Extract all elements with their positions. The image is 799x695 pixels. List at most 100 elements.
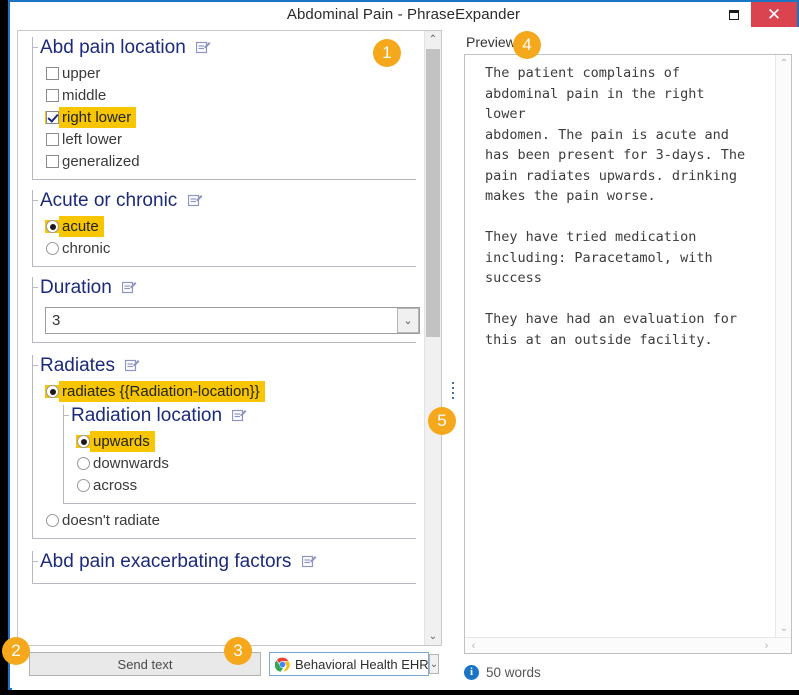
group-title: Acute or chronic [38,190,209,212]
scroll-down-button[interactable]: ⌄ [425,628,441,645]
annotation-badge-3: 3 [224,637,252,665]
preview-scroll-down-button[interactable]: ⌄ [776,620,791,637]
option-label: downwards [93,455,169,472]
edit-field-icon[interactable] [301,555,317,568]
option-label: doesn't radiate [62,512,160,529]
scrollbar-thumb[interactable] [426,49,440,337]
checkbox-option[interactable]: generalized [45,151,416,172]
edit-field-icon[interactable] [232,409,247,422]
radio-control[interactable] [45,514,59,527]
annotation-badge-5: 5 [428,407,456,435]
radio-option[interactable]: doesn't radiate [45,510,416,531]
chevron-up-icon: ⌃ [428,34,438,45]
grip-dot [452,382,454,384]
preview-scroll-up-button[interactable]: ⌃ [776,55,791,72]
info-icon: i [464,664,479,680]
restore-window-button[interactable] [717,2,751,27]
option-label: across [93,477,138,494]
chevron-up-icon: ⌃ [779,58,789,69]
group-acute-or-chronic: Acute or chronic acute chronic [32,190,416,267]
checkbox-checked-icon [46,111,59,124]
annotation-badge-1: 1 [373,39,401,67]
checkbox-control[interactable] [45,89,59,102]
form-vertical-scrollbar[interactable]: ⌃ ⌄ [424,31,441,645]
option-label: upwards [90,431,155,452]
scroll-up-button[interactable]: ⌃ [425,31,441,48]
group-title-label: Acute or chronic [40,190,178,211]
radio-icon [77,479,90,492]
radio-option-selected[interactable]: acute [45,216,416,237]
group-radiation-location: Radiation location upwards downwards acr… [63,405,416,504]
checkbox-icon [46,133,59,146]
target-application-label: Behavioral Health EHR [295,656,429,672]
pane-splitter[interactable] [446,30,460,646]
title-bar: Abdominal Pain - PhraseExpander ✕ [10,2,797,27]
preview-vertical-scrollbar[interactable]: ⌃ ⌄ [775,55,791,637]
edit-field-icon[interactable] [122,281,137,294]
radio-control[interactable] [45,385,59,398]
checkbox-icon [46,89,59,102]
chevron-down-icon[interactable]: ⌄ [397,308,419,333]
radio-control[interactable] [76,479,90,492]
edit-field-icon[interactable] [196,41,211,54]
radio-option[interactable]: across [76,475,416,496]
group-title: Radiates [38,355,147,377]
radio-icon [77,457,90,470]
chevron-left-icon: ‹ [471,639,476,652]
duration-combobox[interactable]: 3 ⌄ [45,307,420,334]
option-label: middle [62,87,107,104]
checkbox-option[interactable]: middle [45,85,416,106]
radio-control[interactable] [45,220,59,233]
checkbox-control[interactable] [45,155,59,168]
preview-scroll-right-button[interactable]: › [758,638,775,653]
option-label: upper [62,65,101,82]
checkbox-option[interactable]: left lower [45,129,416,150]
edit-field-icon[interactable] [125,359,140,372]
chrome-icon [274,657,290,672]
form-content: Abd pain location upper middle right low… [18,31,424,584]
chevron-down-icon[interactable]: ⌄ [428,654,440,674]
radio-control[interactable] [76,457,90,470]
split-panes: Abd pain location upper middle right low… [12,27,799,690]
option-label: left lower [62,131,123,148]
radio-checked-icon [46,220,59,233]
group-title-label: Radiation location [71,405,223,426]
checkbox-option[interactable]: upper [45,63,416,84]
preview-pane: Preview The patient complains of abdomin… [460,30,794,685]
splitter-grip[interactable] [452,382,455,400]
group-duration: Duration 3 ⌄ [32,277,420,343]
form-scroll-area: Abd pain location upper middle right low… [18,31,424,645]
preview-horizontal-scrollbar[interactable]: ‹ › [465,637,791,653]
chevron-right-icon: › [764,639,769,652]
word-count-label: 50 words [486,664,541,680]
preview-textbox[interactable]: The patient complains of abdominal pain … [464,54,792,654]
edit-field-icon[interactable] [187,194,203,207]
radio-option-selected[interactable]: upwards [76,431,416,452]
checkbox-control[interactable] [45,133,59,146]
radio-control[interactable] [76,435,90,448]
radio-icon [46,242,59,255]
preview-label: Preview [466,34,516,50]
subgroup-wrapper: Radiation location upwards downwards acr… [63,405,416,504]
radio-option[interactable]: chronic [45,238,416,259]
checkbox-control[interactable] [45,67,59,80]
checkbox-option-selected[interactable]: right lower [45,107,416,128]
radio-control[interactable] [45,242,59,255]
radio-icon [46,514,59,527]
radio-option[interactable]: downwards [76,453,416,474]
group-title: Radiation location [69,405,254,427]
window-title: Abdominal Pain - PhraseExpander [286,6,521,23]
checkbox-control[interactable] [45,111,59,124]
close-window-button[interactable]: ✕ [751,2,797,27]
option-label: generalized [62,153,140,170]
checkbox-icon [46,155,59,168]
radio-option-selected[interactable]: radiates {{Radiation-location}} [45,381,416,402]
target-application-combobox[interactable]: Behavioral Health EHR ⌄ [269,652,440,676]
group-abd-pain-exacerbating-factors: Abd pain exacerbating factors [32,551,416,584]
group-title: Abd pain exacerbating factors [38,551,323,573]
option-label: radiates {{Radiation-location}} [59,381,265,402]
status-bar: i 50 words [464,660,792,684]
option-label: chronic [62,240,111,257]
preview-scroll-left-button[interactable]: ‹ [465,638,482,653]
window-client-area: Abd pain location upper middle right low… [12,27,799,690]
